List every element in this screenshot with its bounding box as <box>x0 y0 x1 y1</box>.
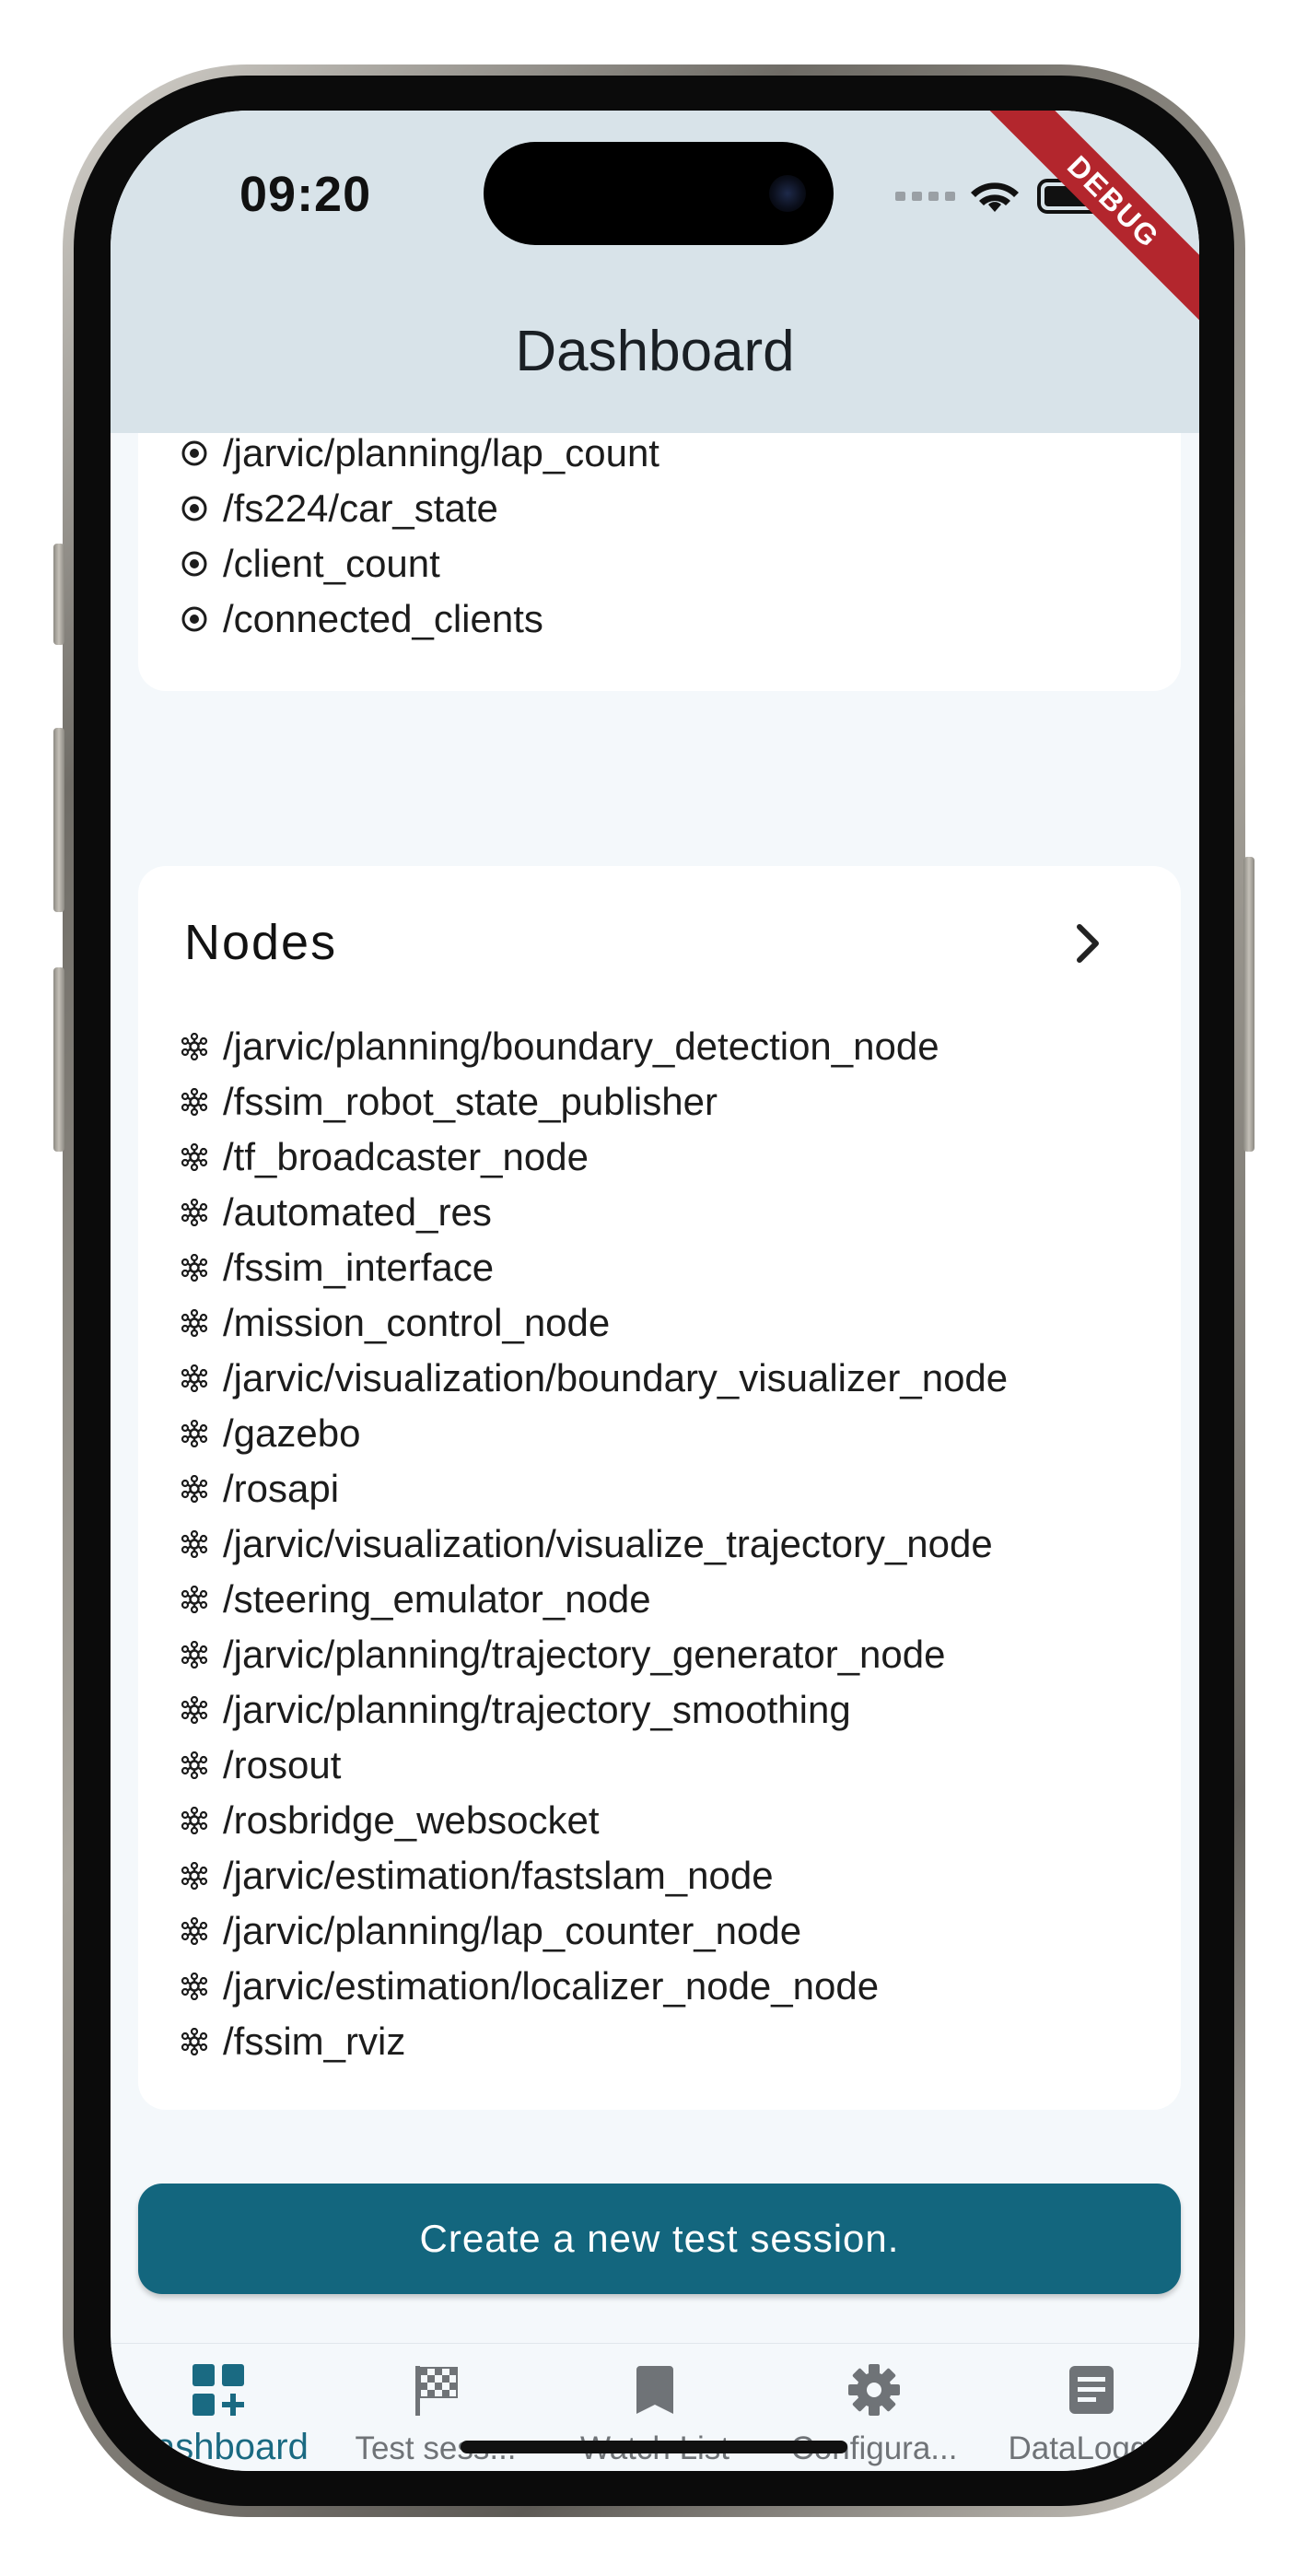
hub-icon <box>181 1088 208 1116</box>
list-item: /jarvic/visualization/visualize_trajecto… <box>181 1522 993 1566</box>
list-item: /jarvic/planning/lap_counter_node <box>181 1909 801 1953</box>
node-name: /automated_res <box>223 1190 492 1234</box>
hub-icon <box>181 1862 208 1890</box>
home-indicator <box>461 2441 847 2453</box>
hub-icon <box>181 1309 208 1337</box>
nodes-card: Nodes /jarvic/planning/boundary_detectio… <box>138 866 1181 2110</box>
create-test-session-button[interactable]: Create a new test session. <box>138 2184 1181 2294</box>
hub-icon <box>181 1364 208 1392</box>
list-item: /jarvic/planning/boundary_detection_node <box>181 1025 939 1069</box>
radio-button-icon <box>181 496 207 521</box>
list-item: /steering_emulator_node <box>181 1577 651 1622</box>
list-item: /rosout <box>181 1743 341 1787</box>
list-item: /fs224/car_state <box>181 486 498 531</box>
gear-icon <box>848 2364 900 2416</box>
topic-name: /jarvic/planning/lap_count <box>223 433 659 474</box>
signal-dots-icon <box>895 192 955 201</box>
node-name: /jarvic/estimation/fastslam_node <box>223 1854 774 1897</box>
action-button <box>53 544 64 645</box>
chevron-right-icon[interactable] <box>1070 921 1107 966</box>
node-name: /fssim_interface <box>223 1246 495 1289</box>
topics-card: /jarvic/planning/lap_count /fs224/car_st… <box>138 433 1181 691</box>
node-name: /jarvic/estimation/localizer_node_node <box>223 1964 880 2008</box>
hub-icon <box>181 1586 208 1613</box>
list-item: /rosbridge_websocket <box>181 1798 600 1843</box>
nodes-heading: Nodes <box>184 915 338 970</box>
node-name: /rosout <box>223 1743 342 1786</box>
list-item: /jarvic/estimation/fastslam_node <box>181 1854 774 1898</box>
list-item: /jarvic/planning/trajectory_generator_no… <box>181 1633 946 1677</box>
hub-icon <box>181 1917 208 1945</box>
node-name: /steering_emulator_node <box>223 1577 651 1621</box>
article-icon <box>1069 2366 1114 2414</box>
hub-icon <box>181 1254 208 1282</box>
node-name: /jarvic/planning/trajectory_smoothing <box>223 1688 851 1731</box>
topic-name: /connected_clients <box>223 597 543 640</box>
hub-icon <box>181 1143 208 1171</box>
list-item: /fssim_interface <box>181 1246 494 1290</box>
topic-name: /client_count <box>223 542 440 585</box>
node-name: /tf_broadcaster_node <box>223 1135 589 1178</box>
node-name: /jarvic/visualization/visualize_trajecto… <box>223 1522 993 1565</box>
node-name: /jarvic/planning/boundary_detection_node <box>223 1025 939 1068</box>
hub-icon <box>181 2028 208 2055</box>
list-item: /mission_control_node <box>181 1301 610 1345</box>
hub-icon <box>181 1475 208 1503</box>
node-name: /rosbridge_websocket <box>223 1798 600 1842</box>
hub-icon <box>181 1696 208 1724</box>
list-item: /jarvic/visualization/boundary_visualize… <box>181 1356 1008 1400</box>
list-item: /rosapi <box>181 1467 339 1511</box>
hub-icon <box>181 1420 208 1447</box>
radio-button-icon <box>181 440 207 466</box>
hub-icon <box>181 1973 208 2000</box>
list-item: /connected_clients <box>181 597 543 641</box>
hub-icon <box>181 1641 208 1669</box>
list-item: /fssim_robot_state_publisher <box>181 1080 718 1124</box>
node-name: /fssim_rviz <box>223 2020 406 2063</box>
node-name: /fssim_robot_state_publisher <box>223 1080 718 1123</box>
radio-button-icon <box>181 606 207 632</box>
hub-icon <box>181 1530 208 1558</box>
nav-item-dashboard[interactable]: Dashboard <box>112 2362 324 2468</box>
wifi-icon <box>971 182 1019 212</box>
radio-button-icon <box>181 551 207 577</box>
volume-up-button <box>53 728 64 912</box>
list-item: /gazebo <box>181 1411 360 1456</box>
node-name: /jarvic/visualization/boundary_visualize… <box>223 1356 1009 1399</box>
bottom-navigation: Dashboard Test sess... Watch List <box>111 2343 1199 2471</box>
hub-icon <box>181 1751 208 1779</box>
front-camera <box>769 175 806 212</box>
app-bar: 09:20 DEBUG Dashboard <box>111 111 1199 433</box>
dynamic-island <box>484 142 834 245</box>
list-item: /fssim_rviz <box>181 2020 405 2064</box>
dashboard-customize-icon <box>193 2364 244 2416</box>
list-item: /tf_broadcaster_node <box>181 1135 589 1179</box>
list-item: /jarvic/estimation/localizer_node_node <box>181 1964 879 2008</box>
checkered-flag-icon <box>415 2366 458 2416</box>
status-time: 09:20 <box>239 167 372 222</box>
nav-label: Dashboard <box>128 2427 309 2467</box>
node-name: /gazebo <box>223 1411 361 1455</box>
page-title: Dashboard <box>515 320 795 383</box>
hub-icon <box>181 1033 208 1060</box>
volume-down-button <box>53 967 64 1152</box>
node-name: /jarvic/planning/trajectory_generator_no… <box>223 1633 946 1676</box>
list-item: /client_count <box>181 542 440 586</box>
list-item: /jarvic/planning/lap_count <box>181 433 659 475</box>
nav-label: DataLogg... <box>1008 2430 1175 2466</box>
dashboard-content[interactable]: /jarvic/planning/lap_count /fs224/car_st… <box>111 433 1199 2343</box>
node-name: /jarvic/planning/lap_counter_node <box>223 1909 802 1952</box>
bookmark-icon <box>636 2366 673 2414</box>
hub-icon <box>181 1807 208 1834</box>
list-item: /automated_res <box>181 1190 492 1235</box>
topic-name: /fs224/car_state <box>223 486 498 530</box>
nav-item-data-logger[interactable]: DataLogg... <box>986 2362 1197 2467</box>
power-button <box>1243 857 1254 1152</box>
list-item: /jarvic/planning/trajectory_smoothing <box>181 1688 851 1732</box>
node-name: /rosapi <box>223 1467 340 1510</box>
node-name: /mission_control_node <box>223 1301 611 1344</box>
hub-icon <box>181 1199 208 1226</box>
app-screen: 09:20 DEBUG Dashboard /jarvic/planning/l… <box>111 111 1199 2471</box>
